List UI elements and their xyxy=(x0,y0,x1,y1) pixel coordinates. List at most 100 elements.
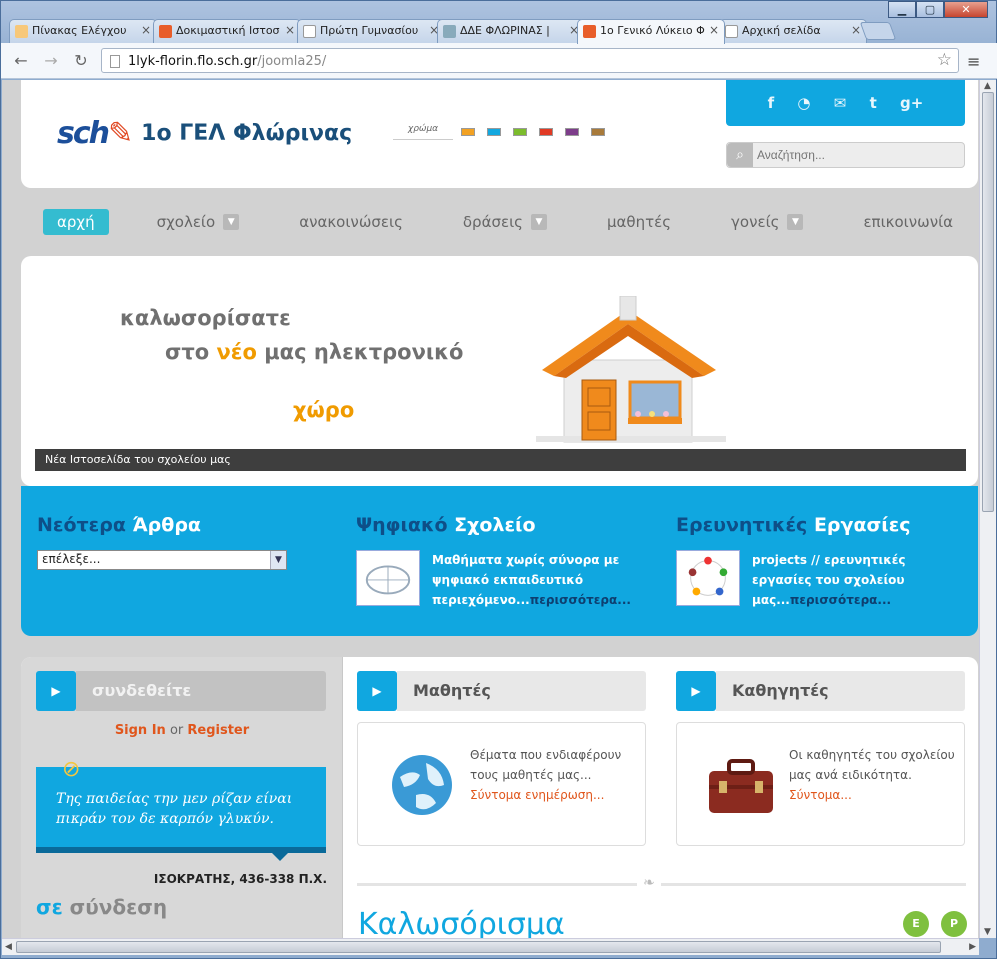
joomla-favicon-icon xyxy=(583,25,596,38)
forward-arrow-icon[interactable]: → xyxy=(41,51,61,70)
new-tab-button[interactable] xyxy=(859,22,897,40)
dropdown-arrow-icon[interactable]: ▼ xyxy=(223,214,240,230)
dropdown-arrow-icon[interactable]: ▼ xyxy=(787,214,804,230)
chevron-down-icon[interactable]: ▼ xyxy=(270,551,286,569)
digital-school-thumbnail-icon[interactable] xyxy=(356,550,420,606)
dropdown-arrow-icon[interactable]: ▼ xyxy=(530,214,547,230)
facebook-icon[interactable]: f xyxy=(768,94,775,112)
more-link[interactable]: περισσότερα... xyxy=(530,593,631,607)
feature-text: projects // ερευνητικές εργασίες του σχο… xyxy=(752,550,952,610)
logo-text: sch xyxy=(57,116,110,151)
joomla-favicon-icon xyxy=(159,25,172,38)
search-icon[interactable]: ⌕ xyxy=(727,143,753,167)
vertical-scrollbar[interactable]: ▲ ▼ xyxy=(979,80,996,938)
tab-label: ΔΔΕ ΦΛΩΡΙΝΑΣ | xyxy=(460,24,550,37)
quote-author: ΙΣΟΚΡΑΤΗΣ, 436-338 Π.Χ. xyxy=(153,872,327,886)
students-panel: Θέματα που ενδιαφέρουν τους μαθητές μας.… xyxy=(357,722,646,846)
play-icon: ▶ xyxy=(676,671,716,711)
or-text: or xyxy=(165,723,188,738)
register-link[interactable]: Register xyxy=(187,723,249,738)
login-title: συνδεθείτε xyxy=(76,671,326,711)
online-part: σε xyxy=(36,895,63,919)
page-favicon-icon xyxy=(725,25,738,38)
print-badge-icon[interactable]: P xyxy=(941,911,967,937)
color-swatch-green[interactable] xyxy=(513,128,527,136)
color-swatch-brown[interactable] xyxy=(591,128,605,136)
tab-first-grade[interactable]: Πρώτη Γυμνασίου × xyxy=(297,19,445,43)
students-desc: Θέματα που ενδιαφέρουν τους μαθητές μας.… xyxy=(470,748,622,782)
site-logo[interactable]: sch✎ 1ο ΓΕΛ Φλώρινας xyxy=(57,116,352,151)
hero-slider[interactable]: καλωσορίσατε στο νέο μας ηλεκτρονικό χώρ… xyxy=(21,256,978,486)
color-swatch-red[interactable] xyxy=(539,128,553,136)
nav-announcements[interactable]: ανακοινώσεις xyxy=(269,213,433,231)
feature-card: Μαθήματα χωρίς σύνορα με ψηφιακό εκπαιδε… xyxy=(356,550,632,610)
twitter-icon[interactable]: t xyxy=(870,94,877,112)
feature-card: projects // ερευνητικές εργασίες του σχο… xyxy=(676,550,952,610)
close-tab-icon[interactable]: × xyxy=(141,23,151,37)
color-swatch-purple[interactable] xyxy=(565,128,579,136)
back-arrow-icon[interactable]: ← xyxy=(11,51,31,70)
address-bar[interactable]: 1lyk-florin.flo.sch.gr/joomla25/ ☆ xyxy=(101,48,959,73)
social-bar: f ◔ ✉ t g+ xyxy=(726,80,965,126)
rss-icon[interactable]: ◔ xyxy=(797,94,810,112)
scroll-up-icon[interactable]: ▲ xyxy=(984,81,991,91)
nav-school[interactable]: σχολείο ▼ xyxy=(127,213,270,231)
scroll-thumb[interactable] xyxy=(982,92,994,512)
tab-label: Αρχική σελίδα xyxy=(742,24,821,37)
scroll-left-icon[interactable]: ◀ xyxy=(5,942,12,952)
signin-link[interactable]: Sign In xyxy=(115,723,166,738)
color-swatch-orange[interactable] xyxy=(461,128,475,136)
mail-icon[interactable]: ✉ xyxy=(834,94,847,112)
tab-control-panel[interactable]: Πίνακας Ελέγχου × xyxy=(9,19,157,43)
tab-home-page[interactable]: Αρχική σελίδα × xyxy=(719,19,867,43)
ornament-icon: ❧ xyxy=(637,875,661,891)
globe-icon xyxy=(392,755,452,815)
nav-home[interactable]: αρχή xyxy=(43,209,109,235)
tab-label: Πίνακας Ελέγχου xyxy=(32,24,127,37)
nav-parents[interactable]: γονείς ▼ xyxy=(701,213,833,231)
hero-highlight: νέο xyxy=(216,340,257,364)
scroll-right-icon[interactable]: ▶ xyxy=(969,942,976,952)
title-part: Σχολείο xyxy=(454,514,536,536)
title-part: Ερευνητικές xyxy=(676,514,814,536)
nav-label: μαθητές xyxy=(606,213,672,231)
articles-select[interactable]: επέλεξε... ▼ xyxy=(37,550,287,570)
tab-dde-florina[interactable]: ΔΔΕ ΦΛΩΡΙΝΑΣ | × xyxy=(437,19,585,43)
scroll-down-icon[interactable]: ▼ xyxy=(984,927,991,937)
close-tab-icon[interactable]: × xyxy=(709,23,719,37)
google-plus-icon[interactable]: g+ xyxy=(900,94,923,112)
browser-window: ▁ ▢ ✕ Πίνακας Ελέγχου × Δοκιμαστική Ιστοσ… xyxy=(0,0,997,959)
students-link[interactable]: Σύντομα ενημέρωση... xyxy=(470,788,604,802)
bookmark-star-icon[interactable]: ☆ xyxy=(937,50,952,70)
hero-caption: Νέα Ιστοσελίδα του σχολείου μας xyxy=(35,449,966,471)
content-area: ▶ συνδεθείτε Sign In or Register ⊘ Της π… xyxy=(21,657,978,938)
hero-line-1: καλωσορίσατε xyxy=(120,306,291,330)
nav-actions[interactable]: δράσεις ▼ xyxy=(433,213,577,231)
color-swatch-blue[interactable] xyxy=(487,128,501,136)
email-badge-icon[interactable]: E xyxy=(903,911,929,937)
reload-icon[interactable]: ↻ xyxy=(71,51,91,70)
briefcase-icon xyxy=(709,759,773,813)
students-text: Θέματα που ενδιαφέρουν τους μαθητές μας.… xyxy=(470,745,640,805)
quote-text: Της παιδείας την μεν ρίζαν είναι πικράν … xyxy=(56,791,293,827)
horizontal-scrollbar[interactable]: ◀ ▶ xyxy=(2,938,979,955)
left-sidebar: ▶ συνδεθείτε Sign In or Register ⊘ Της π… xyxy=(21,657,343,938)
nav-contact[interactable]: επικοινωνία xyxy=(833,213,979,231)
scroll-thumb[interactable] xyxy=(16,941,941,953)
tab-label: Δοκιμαστική Ιστοσ xyxy=(176,24,280,37)
signin-line: Sign In or Register xyxy=(21,723,343,738)
color-switcher: χρώμα xyxy=(393,124,617,140)
tab-active-lyceum[interactable]: 1ο Γενικό Λύκειο Φ × xyxy=(577,19,725,44)
tab-test-site[interactable]: Δοκιμαστική Ιστοσ × xyxy=(153,19,301,43)
teachers-link[interactable]: Σύντομα... xyxy=(789,788,852,802)
students-header: ▶ Μαθητές xyxy=(357,671,646,711)
close-tab-icon[interactable]: × xyxy=(285,23,295,37)
close-tab-icon[interactable]: × xyxy=(851,23,861,37)
nav-students[interactable]: μαθητές xyxy=(577,213,701,231)
people-circle-thumbnail-icon[interactable] xyxy=(676,550,740,606)
more-link[interactable]: περισσότερα... xyxy=(790,593,891,607)
color-label: χρώμα xyxy=(393,124,453,140)
tab-label: Πρώτη Γυμνασίου xyxy=(320,24,419,37)
menu-icon[interactable]: ≡ xyxy=(967,52,980,71)
search-input[interactable] xyxy=(757,146,957,164)
